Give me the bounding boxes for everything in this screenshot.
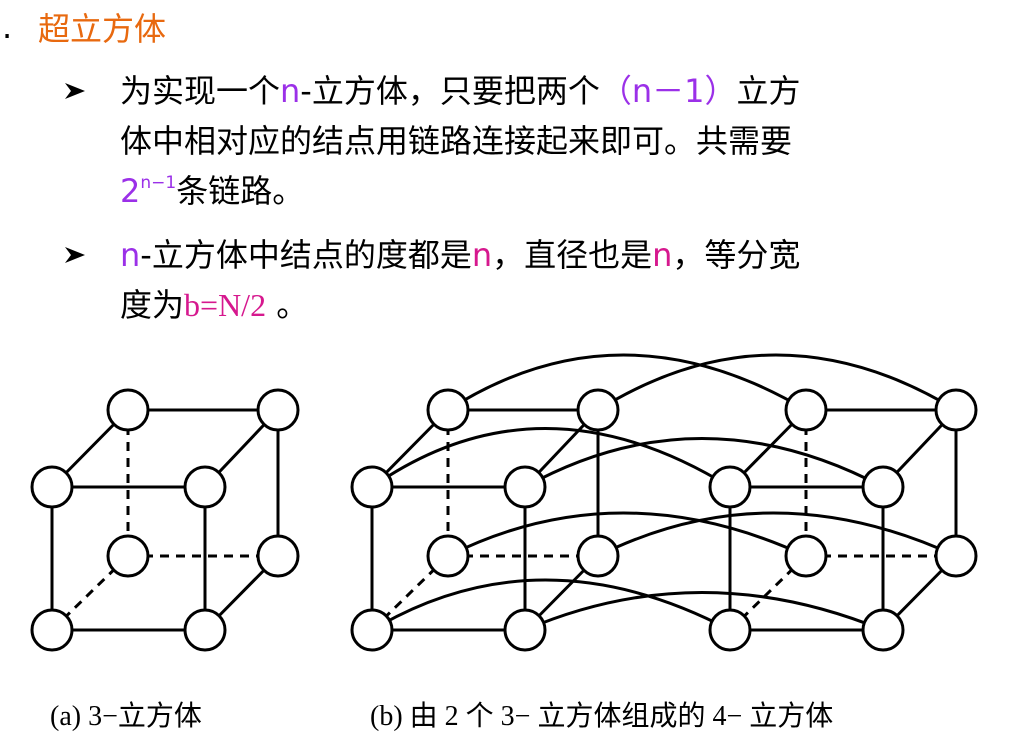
cube-edge: [881, 554, 958, 632]
node-circle: [350, 608, 394, 652]
arrow-bullet-icon: [62, 66, 98, 116]
node-circle: [350, 465, 394, 509]
hypercube-link: [524, 437, 884, 489]
bisection-formula: b=N/2: [184, 287, 267, 323]
hidden-edge: [370, 554, 450, 632]
section-number-dot: .: [2, 8, 13, 46]
cube-edge: [203, 408, 280, 489]
node-circle: [708, 608, 752, 652]
hypercube-link: [597, 511, 957, 558]
variable-n: n: [120, 236, 141, 274]
node-circle: [934, 388, 978, 432]
cube-edge: [523, 554, 600, 632]
expression-n-minus-1: （n－1）: [599, 72, 737, 110]
caption-3-cube: (a) 3−立方体: [50, 701, 202, 732]
bullet-line: 度为b=N/2 。: [120, 280, 980, 330]
power-base: 2: [120, 172, 141, 210]
node-circle: [784, 534, 828, 578]
node-circle: [861, 465, 905, 509]
node-circle: [503, 608, 547, 652]
variable-n: n: [471, 236, 493, 274]
node-circle: [183, 465, 227, 509]
node-circle: [934, 534, 978, 578]
node-circle: [784, 388, 828, 432]
node-circle: [183, 608, 227, 652]
node-circle: [426, 388, 470, 432]
variable-n: n: [652, 236, 673, 274]
bullet-line: 体中相对应的结点用链路连接起来即可。共需要: [120, 116, 980, 166]
node-circle: [708, 465, 752, 509]
node-circle: [256, 534, 300, 578]
bullet-text: 为实现一个n-立方体，只要把两个（n－1）立方 体中相对应的结点用链路连接起来即…: [120, 66, 980, 216]
hypercube-link: [371, 578, 731, 632]
node-circle: [576, 388, 620, 432]
bullet-line: n-立方体中结点的度都是n，直径也是n，等分宽: [120, 230, 980, 280]
section-title: 超立方体: [38, 10, 167, 48]
text-run: 为实现一个: [120, 72, 281, 110]
text-run: 度为: [120, 286, 185, 324]
variable-n: n: [280, 72, 301, 110]
node-circle: [503, 465, 547, 509]
bullet-line: 为实现一个n-立方体，只要把两个（n－1）立方: [120, 66, 980, 116]
text-run: 体中相对应的结点用链路连接起来即可。共需要: [120, 122, 793, 160]
hypercube-link: [597, 353, 957, 412]
node-circle: [426, 534, 470, 578]
node-circle: [861, 608, 905, 652]
node-circle: [576, 534, 620, 578]
power-exponent: n−1: [140, 173, 177, 193]
text-run: ，等分宽: [672, 236, 801, 274]
node-circle: [30, 608, 74, 652]
text-run: 。: [266, 286, 309, 324]
cube-edge: [881, 408, 958, 489]
figure-nodes: [30, 388, 978, 652]
cube-edge: [370, 408, 450, 489]
hypercube-link: [524, 591, 884, 632]
hypercube-link: [447, 353, 807, 412]
node-circle: [256, 388, 300, 432]
cube-edge: [728, 408, 808, 489]
text-run: -立方体中结点的度都是: [140, 236, 472, 274]
hypercube-link: [447, 511, 807, 558]
text-run: 立方: [736, 72, 801, 110]
arrow-bullet-icon: [62, 230, 98, 280]
hidden-edge: [728, 554, 808, 632]
cube-edge: [50, 408, 130, 489]
figure-edges: [50, 353, 958, 632]
hidden-edge: [50, 554, 130, 632]
cube-edge: [203, 554, 280, 632]
caption-4-cube: (b) 由 2 个 3− 立方体组成的 4− 立方体: [370, 701, 834, 732]
node-circle: [106, 388, 150, 432]
text-run: -立方体，只要把两个: [300, 72, 600, 110]
node-circle: [106, 534, 150, 578]
node-circle: [30, 465, 74, 509]
text-run: ，直径也是: [492, 236, 653, 274]
section-heading: . 超立方体: [0, 2, 166, 52]
cube-edge: [523, 408, 600, 489]
hypercube-link: [371, 427, 731, 489]
bullet-line: 2n−1条链路。: [120, 166, 980, 216]
text-run: 条链路。: [176, 172, 305, 210]
bullet-text: n-立方体中结点的度都是n，直径也是n，等分宽 度为b=N/2 。: [120, 230, 980, 330]
